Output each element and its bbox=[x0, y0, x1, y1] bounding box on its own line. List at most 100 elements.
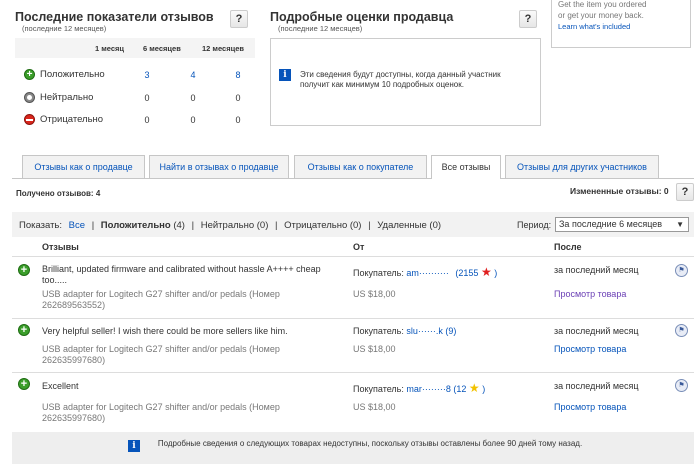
buyer-label: Покупатель: bbox=[353, 326, 404, 336]
positive-icon: + bbox=[24, 69, 35, 80]
reply-icon[interactable]: ⚑ bbox=[675, 379, 688, 392]
tab-search-seller-feedback[interactable]: Найти в отзывах о продавце bbox=[149, 155, 289, 178]
col-header-when: После bbox=[554, 242, 582, 252]
filter-positive[interactable]: Положительно bbox=[101, 220, 171, 231]
filter-separator: | bbox=[191, 220, 195, 231]
seller-ratings-info: Эти сведения будут доступны, когда данны… bbox=[300, 70, 501, 89]
info-icon: i bbox=[279, 69, 291, 81]
seller-ratings-subtitle: (последние 12 месяцев) bbox=[278, 24, 363, 33]
info-icon: i bbox=[128, 440, 140, 452]
col-12-months: 12 месяцев bbox=[202, 44, 244, 53]
tab-seller-feedback[interactable]: Отзывы как о продавце bbox=[22, 155, 145, 178]
buyer-info: Покупатель: mar········8 (12 ★ ) bbox=[353, 381, 485, 395]
seller-ratings-help-button[interactable]: ? bbox=[519, 10, 537, 28]
negative-12m: 0 bbox=[235, 115, 241, 125]
col-6-months: 6 месяцев bbox=[143, 44, 181, 53]
negative-label: Отрицательно bbox=[40, 114, 104, 125]
when: за последний месяц bbox=[554, 326, 639, 336]
positive-label: Положительно bbox=[40, 69, 105, 80]
footer-note: Подробные сведения о следующих товарах н… bbox=[157, 439, 583, 448]
reply-icon[interactable]: ⚑ bbox=[675, 264, 688, 277]
filter-separator: | bbox=[368, 220, 371, 231]
negative-6m: 0 bbox=[190, 115, 196, 125]
period-select-value: За последние 6 месяцев bbox=[559, 219, 663, 229]
reply-icon[interactable]: ⚑ bbox=[675, 324, 688, 337]
money-back-line1: Get the item you ordered bbox=[558, 0, 647, 9]
changed-count: Измененные отзывы: 0 bbox=[570, 186, 669, 196]
filter-positive-count: (4) bbox=[173, 220, 185, 231]
rating-close: ) bbox=[494, 268, 498, 278]
negative-1m: 0 bbox=[144, 115, 150, 125]
price: US $18,00 bbox=[353, 344, 396, 354]
positive-6m[interactable]: 4 bbox=[187, 70, 199, 80]
buyer-rating[interactable]: 2155 bbox=[458, 268, 478, 278]
positive-icon: + bbox=[18, 264, 30, 276]
col-header-reviews: Отзывы bbox=[42, 242, 79, 252]
buyer-name[interactable]: mar········8 bbox=[406, 384, 450, 394]
filter-deleted[interactable]: Удаленные (0) bbox=[377, 220, 441, 231]
money-back-box: Get the item you ordered or get your mon… bbox=[551, 0, 691, 48]
received-count: Получено отзывов: 4 bbox=[16, 189, 101, 198]
tab-feedback-for-others[interactable]: Отзывы для других участников bbox=[505, 155, 659, 178]
positive-icon: + bbox=[18, 378, 30, 390]
header-divider bbox=[12, 256, 694, 257]
review-comment: Very helpful seller! I wish there could … bbox=[42, 326, 288, 336]
positive-icon: + bbox=[18, 324, 30, 336]
footer-note-bar: i Подробные сведения о следующих товарах… bbox=[12, 432, 694, 464]
row-divider bbox=[12, 318, 694, 319]
filter-neutral[interactable]: Нейтрально (0) bbox=[201, 220, 269, 231]
rating-close: ) bbox=[482, 384, 486, 394]
buyer-label: Покупатель: bbox=[353, 384, 404, 394]
when: за последний месяц bbox=[554, 381, 639, 391]
review-comment: Excellent bbox=[42, 381, 79, 391]
review-comment: Brilliant, updated firmware and calibrat… bbox=[42, 264, 321, 285]
period-label: Период: bbox=[517, 220, 552, 230]
neutral-1m: 0 bbox=[144, 93, 150, 103]
filter-negative[interactable]: Отрицательно (0) bbox=[284, 220, 361, 231]
when: за последний месяц bbox=[554, 265, 639, 275]
buyer-name[interactable]: am·········· bbox=[406, 268, 448, 278]
money-back-link[interactable]: Learn what's included bbox=[558, 22, 630, 31]
price: US $18,00 bbox=[353, 402, 396, 412]
buyer-rating[interactable]: 12 bbox=[456, 384, 466, 394]
recent-feedback-help-button[interactable]: ? bbox=[230, 10, 248, 28]
recent-feedback-title: Последние показатели отзывов bbox=[15, 10, 214, 24]
neutral-icon bbox=[24, 92, 35, 103]
tab-all-feedback[interactable]: Все отзывы bbox=[431, 155, 501, 179]
tab-buyer-feedback[interactable]: Отзывы как о покупателе bbox=[294, 155, 427, 178]
filter-separator: | bbox=[91, 220, 95, 231]
positive-1m[interactable]: 3 bbox=[141, 70, 153, 80]
chevron-down-icon: ▼ bbox=[676, 220, 684, 229]
buyer-name[interactable]: slu······.k bbox=[406, 326, 443, 336]
review-item: USB adapter for Logitech G27 shifter and… bbox=[42, 402, 280, 423]
col-1-month: 1 месяц bbox=[95, 44, 125, 53]
view-item-link[interactable]: Просмотр товара bbox=[554, 289, 626, 299]
review-item: USB adapter for Logitech G27 shifter and… bbox=[42, 289, 280, 310]
star-icon: ★ bbox=[480, 265, 492, 279]
changed-help-button[interactable]: ? bbox=[676, 183, 694, 201]
view-item-link[interactable]: Просмотр товара bbox=[554, 344, 626, 354]
tabs-baseline bbox=[12, 178, 694, 179]
star-icon: ★ bbox=[468, 381, 480, 395]
seller-ratings-title: Подробные оценки продавца bbox=[270, 10, 454, 24]
rating-close: ) bbox=[453, 326, 457, 336]
seller-ratings-box: i Эти сведения будут доступны, когда дан… bbox=[270, 38, 541, 126]
view-item-link[interactable]: Просмотр товара bbox=[554, 402, 626, 412]
show-label: Показать: bbox=[19, 220, 63, 231]
buyer-info: Покупатель: am·········· (2155 ★ ) bbox=[353, 265, 497, 279]
recent-feedback-subtitle: (последние 12 месяцев) bbox=[22, 24, 107, 33]
review-item: USB adapter for Logitech G27 shifter and… bbox=[42, 344, 280, 365]
positive-12m[interactable]: 8 bbox=[232, 70, 244, 80]
neutral-12m: 0 bbox=[235, 93, 241, 103]
buyer-label: Покупатель: bbox=[353, 268, 404, 278]
period-select[interactable]: За последние 6 месяцев ▼ bbox=[555, 217, 689, 232]
money-back-line2: or get your money back. bbox=[558, 11, 644, 20]
price: US $18,00 bbox=[353, 289, 396, 299]
neutral-6m: 0 bbox=[190, 93, 196, 103]
filter-all[interactable]: Все bbox=[69, 220, 85, 231]
negative-icon bbox=[24, 114, 35, 125]
row-divider bbox=[12, 372, 694, 373]
col-header-from: От bbox=[353, 242, 365, 252]
buyer-info: Покупатель: slu······.k (9) bbox=[353, 326, 456, 336]
filter-row: Показать: Все | Положительно (4) | Нейтр… bbox=[19, 220, 441, 231]
